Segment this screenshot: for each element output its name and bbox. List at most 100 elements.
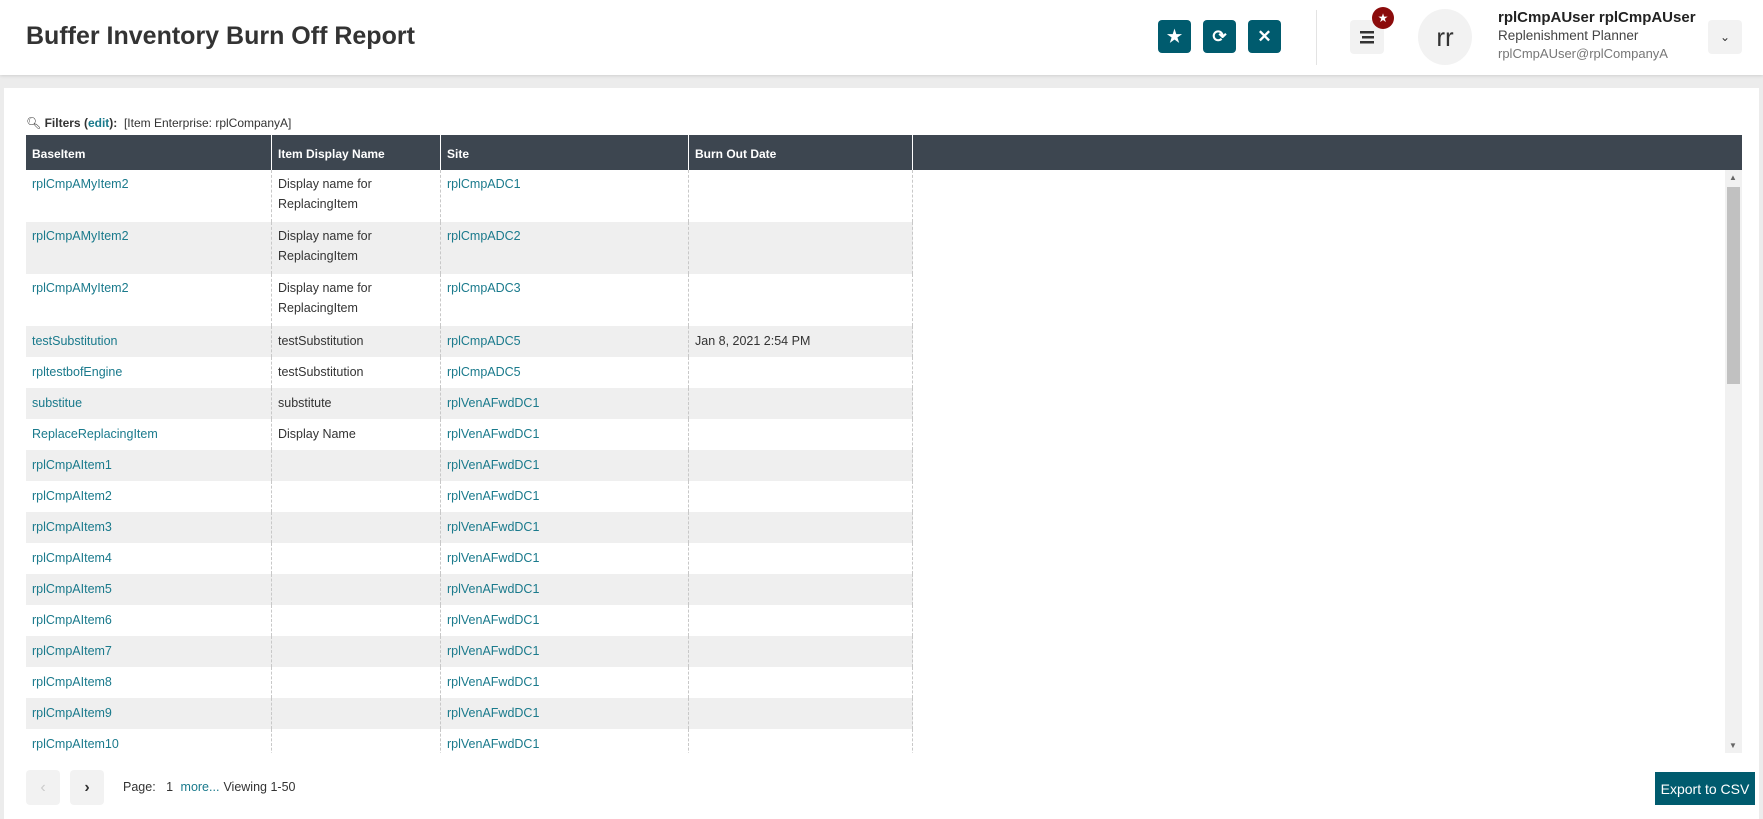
cell-site[interactable]: rplVenAFwdDC1 [441,512,689,543]
cell-site[interactable]: rplVenAFwdDC1 [441,481,689,512]
cell-site[interactable]: rplVenAFwdDC1 [441,667,689,698]
cell-baseitem[interactable]: testSubstitution [26,326,272,357]
cell-baseitem[interactable]: rplCmpAItem10 [26,729,272,753]
cell-baseitem[interactable]: rplCmpAItem9 [26,698,272,729]
table-row[interactable]: rplCmpAItem9 rplVenAFwdDC1 [26,698,913,729]
column-header-baseitem[interactable]: BaseItem [26,135,272,170]
table-row[interactable]: rplCmpAItem2 rplVenAFwdDC1 [26,481,913,512]
cell-item-display-name [272,729,441,753]
avatar[interactable]: rr [1418,9,1472,65]
cell-site[interactable]: rplVenAFwdDC1 [441,605,689,636]
table-row[interactable]: rplCmpAItem10 rplVenAFwdDC1 [26,729,913,753]
cell-baseitem[interactable]: rplCmpAMyItem2 [26,222,272,274]
cell-burn-out-date [689,574,913,605]
table-row[interactable]: substitue substitute rplVenAFwdDC1 [26,388,913,419]
cell-burn-out-date [689,170,913,222]
search-icon: 🔍︎ [26,116,42,130]
table-row[interactable]: rplCmpAItem5 rplVenAFwdDC1 [26,574,913,605]
scroll-up-icon[interactable]: ▲ [1729,173,1737,182]
next-page-button[interactable]: › [70,770,104,805]
table-body: rplCmpAMyItem2 Display name for Replacing… [26,170,1725,753]
cell-item-display-name: testSubstitution [272,357,441,388]
more-pages-link[interactable]: more... [181,780,220,794]
cell-baseitem[interactable]: rplCmpAMyItem2 [26,274,272,326]
refresh-button[interactable]: ⟳ [1203,20,1236,53]
export-csv-button[interactable]: Export to CSV [1655,772,1755,805]
cell-item-display-name [272,636,441,667]
table-row[interactable]: rplCmpAItem1 rplVenAFwdDC1 [26,450,913,481]
user-email: rplCmpAUser@rplCompanyA [1498,46,1668,61]
cell-burn-out-date [689,636,913,667]
column-header-item-display-name[interactable]: Item Display Name [272,135,441,170]
cell-baseitem[interactable]: rplCmpAItem6 [26,605,272,636]
favorites-badge[interactable]: ★ [1372,7,1394,29]
filters-label: Filters [44,116,81,130]
cell-site[interactable]: rplVenAFwdDC1 [441,636,689,667]
cell-baseitem[interactable]: rpltestbofEngine [26,357,272,388]
table-row[interactable]: testSubstitution testSubstitution rplCmpAD… [26,326,913,357]
table-row[interactable]: rplCmpAItem4 rplVenAFwdDC1 [26,543,913,574]
cell-baseitem[interactable]: rplCmpAMyItem2 [26,170,272,222]
table-row[interactable]: rplCmpAMyItem2 Display name for Replacing… [26,222,913,274]
cell-site[interactable]: rplCmpADC2 [441,222,689,274]
cell-site[interactable]: rplVenAFwdDC1 [441,543,689,574]
cell-item-display-name [272,698,441,729]
column-header-burn-out-date[interactable]: Burn Out Date [689,135,913,170]
table-row[interactable]: rpltestbofEngine testSubstitution rplCmpAD… [26,357,913,388]
table-row[interactable]: rplCmpAItem7 rplVenAFwdDC1 [26,636,913,667]
cell-burn-out-date [689,222,913,274]
page-header: Buffer Inventory Burn Off Report ★ ⟳ ✕ ★… [0,0,1763,75]
cell-burn-out-date [689,481,913,512]
scroll-down-icon[interactable]: ▼ [1729,741,1737,750]
cell-baseitem[interactable]: rplCmpAItem5 [26,574,272,605]
cell-burn-out-date [689,450,913,481]
close-icon: ✕ [1257,26,1272,46]
cell-baseitem[interactable]: rplCmpAItem4 [26,543,272,574]
user-role: Replenishment Planner [1498,28,1639,43]
cell-item-display-name: Display name for ReplacingItem [278,229,372,263]
table-row[interactable]: rplCmpAItem6 rplVenAFwdDC1 [26,605,913,636]
cell-baseitem[interactable]: rplCmpAItem7 [26,636,272,667]
star-icon: ★ [1377,11,1389,25]
cell-site[interactable]: rplCmpADC5 [441,357,689,388]
cell-site[interactable]: rplVenAFwdDC1 [441,419,689,450]
cell-baseitem[interactable]: substitue [26,388,272,419]
cell-item-display-name [272,512,441,543]
table-row[interactable]: rplCmpAItem8 rplVenAFwdDC1 [26,667,913,698]
cell-site[interactable]: rplCmpADC3 [441,274,689,326]
prev-page-button[interactable]: ‹ [26,770,60,805]
user-menu-button[interactable]: ⌄ [1708,20,1742,54]
cell-item-display-name [272,667,441,698]
cell-burn-out-date [689,543,913,574]
cell-site[interactable]: rplCmpADC1 [441,170,689,222]
cell-site[interactable]: rplVenAFwdDC1 [441,450,689,481]
star-icon: ★ [1166,26,1183,46]
cell-baseitem[interactable]: rplCmpAItem2 [26,481,272,512]
table-row[interactable]: ReplaceReplacingItem Display Name rplVenAF… [26,419,913,450]
cell-site[interactable]: rplCmpADC5 [441,326,689,357]
close-button[interactable]: ✕ [1248,20,1281,53]
filters-edit-link[interactable]: edit [88,116,109,130]
cell-item-display-name [272,481,441,512]
cell-burn-out-date [689,419,913,450]
table-row[interactable]: rplCmpAItem3 rplVenAFwdDC1 [26,512,913,543]
column-header-site[interactable]: Site [441,135,689,170]
cell-site[interactable]: rplVenAFwdDC1 [441,388,689,419]
cell-item-display-name [272,543,441,574]
cell-baseitem[interactable]: ReplaceReplacingItem [26,419,272,450]
page-label: Page: [123,780,156,794]
cell-site[interactable]: rplVenAFwdDC1 [441,698,689,729]
favorite-button[interactable]: ★ [1158,20,1191,53]
cell-baseitem[interactable]: rplCmpAItem1 [26,450,272,481]
cell-baseitem[interactable]: rplCmpAItem3 [26,512,272,543]
cell-baseitem[interactable]: rplCmpAItem8 [26,667,272,698]
table-row[interactable]: rplCmpAMyItem2 Display name for Replacing… [26,170,913,222]
table-row[interactable]: rplCmpAMyItem2 Display name for Replacing… [26,274,913,326]
vertical-scrollbar[interactable]: ▲ ▼ [1725,170,1742,753]
cell-item-display-name [272,574,441,605]
cell-burn-out-date [689,512,913,543]
scrollbar-thumb[interactable] [1727,187,1740,384]
cell-site[interactable]: rplVenAFwdDC1 [441,729,689,753]
cell-site[interactable]: rplVenAFwdDC1 [441,574,689,605]
cell-burn-out-date [689,698,913,729]
